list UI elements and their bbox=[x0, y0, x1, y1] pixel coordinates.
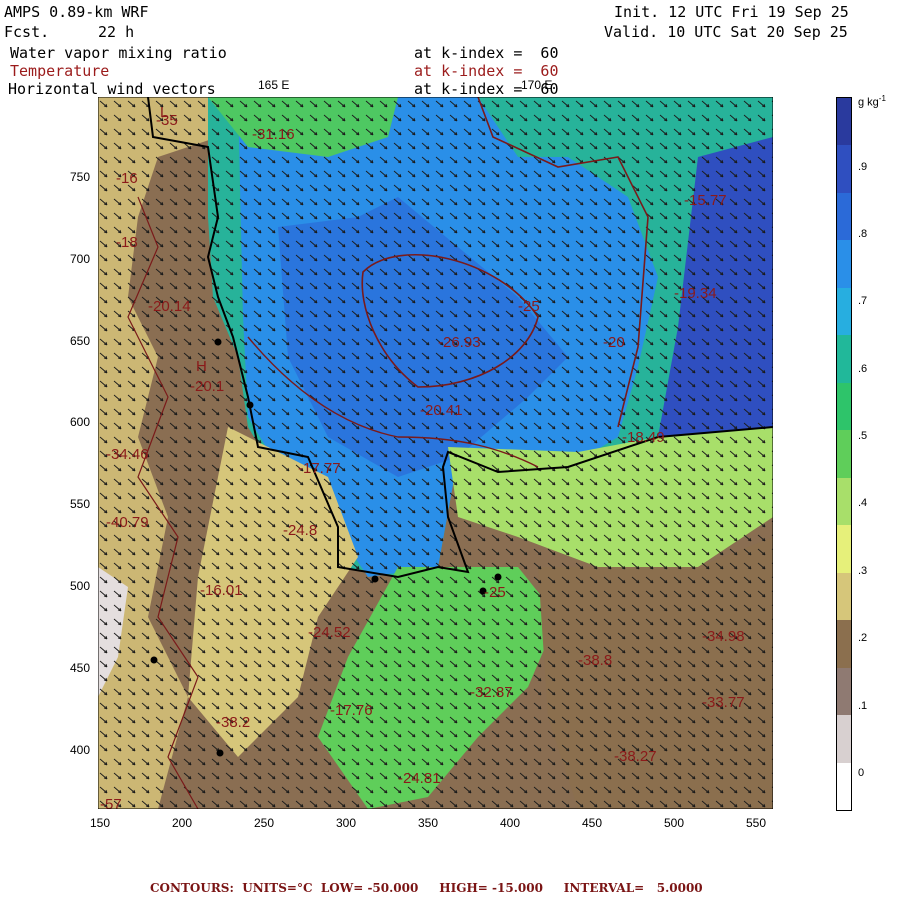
x-tick: 450 bbox=[582, 816, 603, 830]
temperature-label: -33.77 bbox=[702, 694, 745, 711]
colorbar-segment bbox=[837, 572, 851, 621]
temperature-label: -34.98 bbox=[702, 628, 745, 645]
colorbar-label: .6 bbox=[858, 363, 868, 375]
temperature-label: -17.76 bbox=[330, 702, 373, 719]
colorbar-unit: g kg-1 bbox=[858, 94, 886, 109]
x-tick: 200 bbox=[172, 816, 193, 830]
x-tick: 400 bbox=[500, 816, 521, 830]
colorbar-segment bbox=[837, 192, 851, 241]
valid-time: Valid. 10 UTC Sat 20 Sep 25 bbox=[604, 23, 848, 41]
temperature-label: -18.49 bbox=[622, 429, 665, 446]
colorbar-label: .3 bbox=[858, 565, 868, 577]
temperature-label: -32.87 bbox=[470, 684, 513, 701]
temperature-label: -20 bbox=[603, 334, 625, 351]
colorbar-segment bbox=[837, 335, 851, 384]
temperature-label: -19.34 bbox=[674, 285, 717, 302]
x-tick: 250 bbox=[254, 816, 275, 830]
station-dot bbox=[150, 656, 158, 664]
temperature-label: -57 bbox=[100, 796, 122, 809]
colorbar-unit-exponent: -1 bbox=[878, 94, 886, 103]
colorbar-segment bbox=[837, 382, 851, 431]
temperature-label: -20.14 bbox=[148, 298, 191, 315]
lon-label-165: 165 E bbox=[258, 78, 290, 92]
colorbar-segment bbox=[837, 287, 851, 336]
colorbar-label: 0 bbox=[858, 767, 865, 779]
colorbar-label: .8 bbox=[858, 228, 868, 240]
temperature-label: H bbox=[196, 358, 207, 375]
temperature-label: -38.2 bbox=[216, 714, 250, 731]
lon-label-170: 170 E bbox=[521, 78, 553, 92]
colorbar-label: .7 bbox=[858, 295, 868, 307]
temperature-label: -34.46 bbox=[106, 446, 149, 463]
fcst-label: Fcst. bbox=[4, 23, 50, 41]
station-dot bbox=[494, 573, 502, 581]
temperature-label: -25 bbox=[518, 298, 540, 315]
x-tick: 500 bbox=[664, 816, 685, 830]
station-dot bbox=[371, 575, 379, 583]
temperature-label: L bbox=[160, 104, 168, 121]
station-dot bbox=[216, 749, 224, 757]
temperature-label: -20.1 bbox=[190, 378, 224, 395]
temperature-label: -25 bbox=[484, 584, 506, 601]
colorbar bbox=[836, 97, 852, 811]
x-tick: 350 bbox=[418, 816, 439, 830]
x-tick: 550 bbox=[746, 816, 767, 830]
temperature-label: -24.52 bbox=[308, 624, 351, 641]
station-dot bbox=[246, 401, 254, 409]
y-tick: 600 bbox=[70, 415, 91, 429]
y-tick: 450 bbox=[70, 661, 91, 675]
y-tick: 400 bbox=[70, 743, 91, 757]
temperature-label: -18 bbox=[116, 234, 138, 251]
colorbar-label: .2 bbox=[858, 632, 868, 644]
temperature-label: -17.77 bbox=[298, 460, 341, 477]
contour-info: CONTOURS: UNITS=°C LOW= -50.000 HIGH= -1… bbox=[150, 881, 703, 895]
colorbar-label: .5 bbox=[858, 430, 868, 442]
colorbar-segment bbox=[837, 430, 851, 479]
y-tick: 650 bbox=[70, 334, 91, 348]
field-water-vapor: Water vapor mixing ratio bbox=[10, 44, 227, 62]
map-panel: -35-31.16L-16-18-20.14H-20.1-34.46-40.79… bbox=[98, 97, 773, 809]
y-tick: 700 bbox=[70, 252, 91, 266]
model-title: AMPS 0.89-km WRF bbox=[4, 3, 149, 21]
x-tick: 150 bbox=[90, 816, 111, 830]
temperature-label: -38.27 bbox=[614, 748, 657, 765]
temperature-label: -20.41 bbox=[420, 402, 463, 419]
temperature-label: -16 bbox=[116, 170, 138, 187]
colorbar-label: .1 bbox=[858, 700, 868, 712]
field-wind-vectors: Horizontal wind vectors bbox=[8, 80, 216, 98]
colorbar-segment bbox=[837, 240, 851, 289]
temperature-label: -15.77 bbox=[684, 192, 727, 209]
colorbar-segment bbox=[837, 715, 851, 764]
k-index-1: at k-index = 60 bbox=[414, 44, 559, 62]
x-tick: 300 bbox=[336, 816, 357, 830]
field-temperature: Temperature bbox=[10, 62, 110, 80]
colorbar-segment bbox=[837, 525, 851, 574]
temperature-label: -40.79 bbox=[106, 514, 149, 531]
temperature-label: -16.01 bbox=[200, 582, 243, 599]
fcst-value: 22 h bbox=[98, 23, 135, 41]
colorbar-segment bbox=[837, 145, 851, 194]
wind-vectors bbox=[98, 97, 773, 809]
colorbar-segment bbox=[837, 762, 851, 811]
colorbar-segment bbox=[837, 620, 851, 669]
temperature-label: -38.8 bbox=[578, 652, 612, 669]
colorbar-label: .4 bbox=[858, 497, 868, 509]
colorbar-segment bbox=[837, 667, 851, 716]
init-time: Init. 12 UTC Fri 19 Sep 25 bbox=[614, 3, 849, 21]
y-tick: 500 bbox=[70, 579, 91, 593]
colorbar-segment bbox=[837, 477, 851, 526]
temperature-label: -31.16 bbox=[252, 126, 295, 143]
y-tick: 550 bbox=[70, 497, 91, 511]
colorbar-segment bbox=[837, 98, 851, 146]
station-dot bbox=[214, 338, 222, 346]
temperature-label: -24.81 bbox=[398, 770, 441, 787]
temperature-label: -26.93 bbox=[438, 334, 481, 351]
colorbar-unit-text: g kg bbox=[858, 96, 879, 109]
amps-wrf-plot: AMPS 0.89-km WRF Fcst. 22 h Init. 12 UTC… bbox=[0, 0, 900, 900]
colorbar-label: .9 bbox=[858, 161, 868, 173]
temperature-label: -24.8 bbox=[283, 522, 317, 539]
y-tick: 750 bbox=[70, 170, 91, 184]
